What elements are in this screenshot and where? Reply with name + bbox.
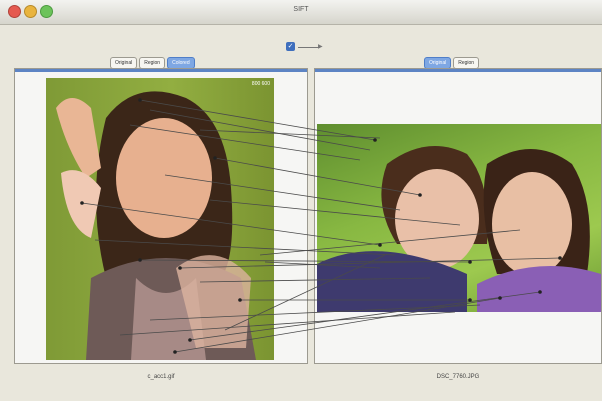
feature-match-overlay (80, 98, 562, 354)
right-image-caption: DSC_7760.JPG (436, 374, 480, 380)
left-image-caption: c_acc1.gif (147, 374, 175, 380)
match-lines (81, 99, 561, 353)
match-keypoints (80, 98, 562, 354)
